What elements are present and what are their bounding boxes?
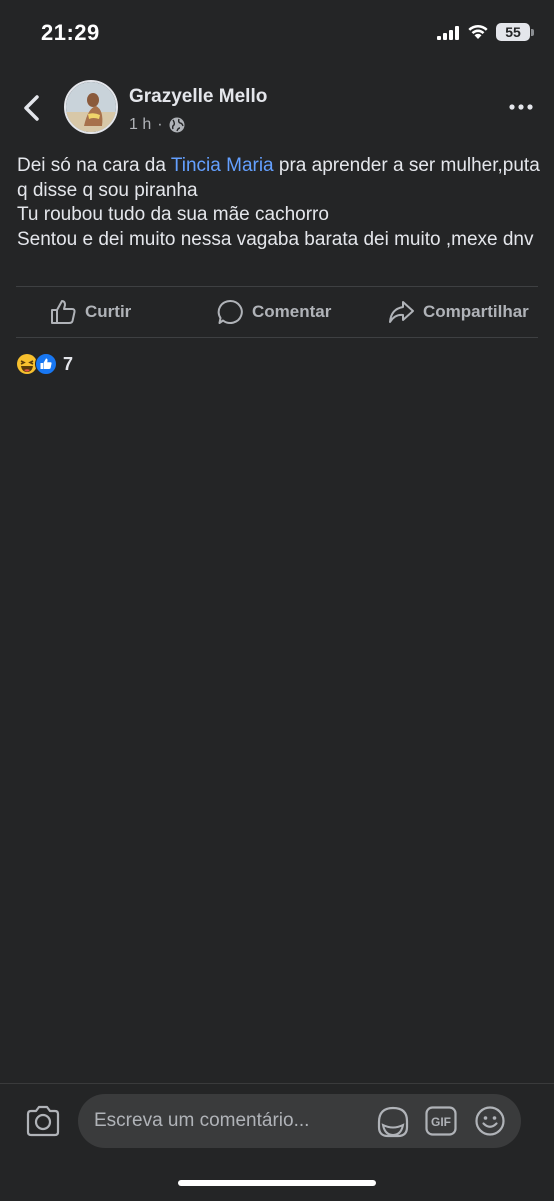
mention-link[interactable]: Tincia Maria <box>171 155 274 176</box>
back-arrow-icon[interactable] <box>18 92 46 124</box>
camera-icon[interactable] <box>24 1103 62 1139</box>
post-text-line3: Sentou e dei muito nessa vagaba barata d… <box>17 228 534 250</box>
share-arrow-icon <box>389 301 414 323</box>
like-button[interactable]: Curtir <box>50 287 131 337</box>
post-header: Grazyelle Mello 1 h · <box>0 76 554 140</box>
post-text-segment: Dei só na cara da <box>17 155 171 176</box>
divider-bottom <box>16 337 538 338</box>
battery-indicator: 55 <box>496 23 530 41</box>
more-options-icon[interactable] <box>506 94 536 120</box>
author-name[interactable]: Grazyelle Mello <box>129 86 267 108</box>
comment-label: Comentar <box>252 302 332 321</box>
thumbs-up-icon <box>51 300 76 324</box>
reaction-count: 7 <box>63 353 74 374</box>
gif-label: GIF <box>431 1115 451 1129</box>
avatar-photo <box>66 82 116 132</box>
author-avatar[interactable] <box>64 80 118 134</box>
battery-tip <box>531 29 534 36</box>
status-bar: 21:29 55 <box>0 0 554 64</box>
post-text-line2: Tu roubou tudo da sua mãe cachorro <box>17 204 329 225</box>
emoji-icon[interactable] <box>474 1105 506 1137</box>
post-meta: 1 h · <box>129 116 185 134</box>
like-reaction-icon <box>35 353 57 375</box>
comment-button[interactable]: Comentar <box>217 287 331 337</box>
gif-icon: GIF <box>425 1106 457 1136</box>
post-time[interactable]: 1 h <box>129 116 151 134</box>
home-indicator[interactable] <box>178 1180 376 1186</box>
comment-input[interactable]: Escreva um comentário... GIF <box>78 1094 521 1148</box>
post-actions: Curtir Comentar Compartilhar <box>0 287 554 337</box>
comment-bubble-icon <box>217 299 243 324</box>
globe-icon <box>169 117 185 133</box>
post-text: Dei só na cara da Tincia Maria pra apren… <box>17 154 542 252</box>
dot-separator: · <box>157 116 163 133</box>
gif-button[interactable]: GIF <box>425 1106 457 1136</box>
reactions-summary[interactable]: 7 <box>16 353 73 375</box>
sticker-icon[interactable] <box>376 1105 410 1139</box>
comment-placeholder: Escreva um comentário... <box>94 1110 310 1131</box>
post-text-line1: Dei só na cara da Tincia Maria pra apren… <box>17 154 542 203</box>
cellular-signal-icon <box>437 26 459 40</box>
like-label: Curtir <box>85 302 132 321</box>
wifi-icon <box>468 24 488 39</box>
share-button[interactable]: Compartilhar <box>388 287 529 337</box>
share-label: Compartilhar <box>423 302 529 321</box>
status-time: 21:29 <box>41 20 100 45</box>
